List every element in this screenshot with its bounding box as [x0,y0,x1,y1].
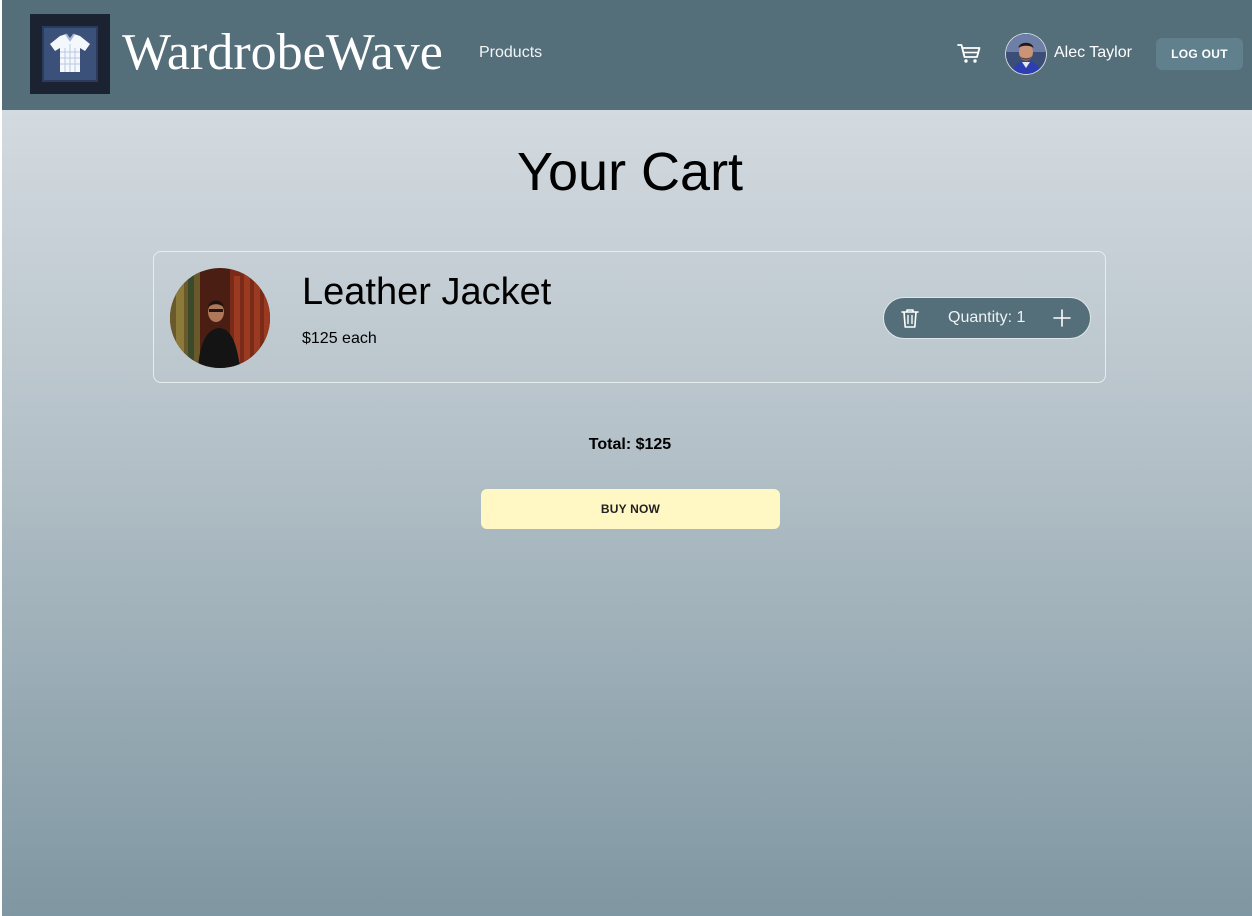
cart-button[interactable] [956,40,982,66]
user-avatar-image [1006,34,1046,74]
trash-icon [901,309,919,328]
product-thumbnail[interactable] [170,268,270,368]
total-label: Total: [588,436,632,453]
buy-now-button[interactable]: BUY NOW [481,489,780,529]
polo-shirt-icon [42,26,98,82]
total-value: $125 [635,436,672,453]
logout-button[interactable]: LOG OUT [1156,38,1243,70]
quantity-label: Quantity: 1 [948,309,1026,326]
product-price: $125 each [302,330,377,347]
brand-name[interactable]: WardrobeWave [122,22,443,84]
user-avatar[interactable] [1006,34,1046,74]
logo[interactable] [30,14,110,94]
increase-quantity-button[interactable] [1050,306,1074,330]
user-name[interactable]: Alec Taylor [1054,43,1132,63]
page: WardrobeWave Products Alec Taylor LOG OU… [2,0,1252,916]
cart-item: Leather Jacket $125 each Quantity: 1 [153,251,1106,383]
shopping-cart-icon [957,44,981,63]
plus-icon [1053,309,1071,327]
page-title: Your Cart [516,142,744,202]
nav-link-products[interactable]: Products [479,43,542,63]
navbar: WardrobeWave Products Alec Taylor LOG OU… [2,0,1252,110]
cart-total: Total: $125 [2,435,1252,455]
quantity-control: Quantity: 1 [883,297,1091,339]
remove-item-button[interactable] [898,306,922,330]
product-name[interactable]: Leather Jacket [302,270,551,314]
product-image [170,268,270,368]
